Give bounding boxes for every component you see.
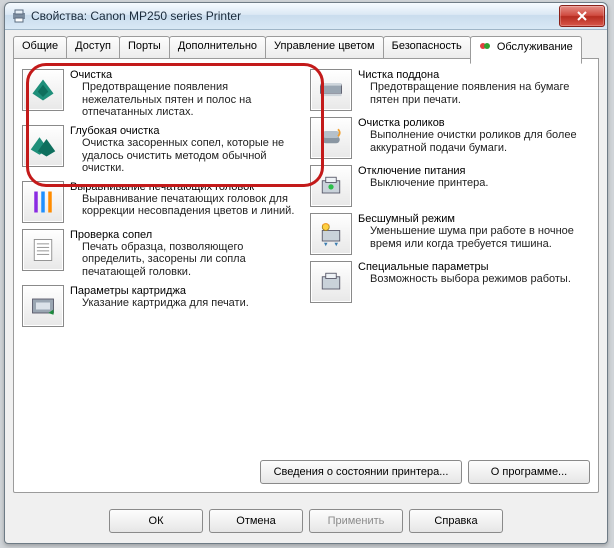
- item-desc: Печать образца, позволяющего определить,…: [82, 241, 302, 279]
- quiet-icon: [317, 220, 345, 248]
- power-icon: [317, 172, 345, 200]
- item-desc: Предотвращение появления нежелательных п…: [82, 81, 302, 119]
- close-icon: [577, 11, 587, 21]
- tab-label: Дополнительно: [178, 40, 257, 52]
- maintenance-icon: [479, 40, 491, 52]
- window-title: Свойства: Canon MP250 series Printer: [31, 9, 559, 23]
- item-nozzle-check: Проверка сопелПечать образца, позволяюще…: [22, 229, 302, 279]
- item-cartridge: Параметры картриджаУказание картриджа дл…: [22, 285, 302, 327]
- item-desc: Выключение принтера.: [370, 177, 590, 190]
- button-label: Отмена: [236, 515, 275, 527]
- special-params-button[interactable]: [310, 261, 352, 303]
- tab-maintenance[interactable]: Обслуживание: [470, 36, 582, 64]
- cleaning-button[interactable]: [22, 69, 64, 111]
- button-label: Применить: [328, 515, 385, 527]
- button-label: Сведения о состоянии принтера...: [274, 466, 449, 478]
- item-plate-clean: Чистка поддонаПредотвращение появления н…: [310, 69, 590, 111]
- close-button[interactable]: [559, 5, 605, 27]
- button-label: О программе...: [491, 466, 567, 478]
- plate-clean-button[interactable]: [310, 69, 352, 111]
- item-title: Глубокая очистка: [70, 125, 302, 137]
- item-desc: Указание картриджа для печати.: [82, 297, 302, 310]
- item-desc: Предотвращение появления на бумаге пятен…: [370, 81, 590, 106]
- maintenance-panel: ОчисткаПредотвращение появления нежелате…: [13, 58, 599, 493]
- item-title: Специальные параметры: [358, 261, 590, 273]
- item-title: Выравнивание печатающих головок: [70, 181, 302, 193]
- tab-label: Доступ: [75, 40, 111, 52]
- tab-strip: Общие Доступ Порты Дополнительно Управле…: [13, 36, 599, 58]
- tab-ports[interactable]: Порты: [119, 36, 170, 58]
- cleaning-icon: [29, 76, 57, 104]
- tab-label: Обслуживание: [497, 41, 573, 53]
- deep-cleaning-icon: [29, 132, 57, 160]
- item-title: Проверка сопел: [70, 229, 302, 241]
- deep-cleaning-button[interactable]: [22, 125, 64, 167]
- tab-label: Общие: [22, 40, 58, 52]
- item-deep-cleaning: Глубокая очисткаОчистка засоренных сопел…: [22, 125, 302, 175]
- item-cleaning: ОчисткаПредотвращение появления нежелате…: [22, 69, 302, 119]
- item-power-off: Отключение питанияВыключение принтера.: [310, 165, 590, 207]
- item-desc: Уменьшение шума при работе в ночное врем…: [370, 225, 590, 250]
- tab-security[interactable]: Безопасность: [383, 36, 471, 58]
- about-button[interactable]: О программе...: [468, 460, 590, 484]
- titlebar[interactable]: Свойства: Canon MP250 series Printer: [5, 3, 607, 30]
- right-column: Чистка поддонаПредотвращение появления н…: [310, 69, 590, 454]
- tab-general[interactable]: Общие: [13, 36, 67, 58]
- roller-clean-button[interactable]: [310, 117, 352, 159]
- item-roller-clean: Очистка роликовВыполнение очистки ролико…: [310, 117, 590, 159]
- power-off-button[interactable]: [310, 165, 352, 207]
- params-icon: [317, 268, 345, 296]
- tab-label: Порты: [128, 40, 161, 52]
- item-special-params: Специальные параметрыВозможность выбора …: [310, 261, 590, 303]
- cartridge-icon: [29, 292, 57, 320]
- apply-button[interactable]: Применить: [309, 509, 403, 533]
- left-column: ОчисткаПредотвращение появления нежелате…: [22, 69, 302, 454]
- button-label: ОК: [149, 515, 164, 527]
- item-title: Очистка роликов: [358, 117, 590, 129]
- cancel-button[interactable]: Отмена: [209, 509, 303, 533]
- alignment-icon: [29, 188, 57, 216]
- plate-icon: [317, 76, 345, 104]
- roller-icon: [317, 124, 345, 152]
- item-desc: Выравнивание печатающих головок для корр…: [82, 193, 302, 218]
- item-head-align: Выравнивание печатающих головокВыравнива…: [22, 181, 302, 223]
- help-button[interactable]: Справка: [409, 509, 503, 533]
- item-desc: Выполнение очистки роликов для более акк…: [370, 129, 590, 154]
- printer-status-button[interactable]: Сведения о состоянии принтера...: [260, 460, 462, 484]
- item-title: Чистка поддона: [358, 69, 590, 81]
- item-quiet-mode: Бесшумный режимУменьшение шума при работ…: [310, 213, 590, 255]
- nozzle-icon: [29, 236, 57, 264]
- tab-label: Безопасность: [392, 40, 462, 52]
- properties-window: Свойства: Canon MP250 series Printer Общ…: [4, 2, 608, 544]
- printer-icon: [11, 8, 27, 24]
- item-title: Очистка: [70, 69, 302, 81]
- panel-buttons: Сведения о состоянии принтера... О прогр…: [22, 460, 590, 484]
- button-label: Справка: [434, 515, 477, 527]
- item-title: Параметры картриджа: [70, 285, 302, 297]
- nozzle-check-button[interactable]: [22, 229, 64, 271]
- item-title: Отключение питания: [358, 165, 590, 177]
- dialog-footer: ОК Отмена Применить Справка: [5, 501, 607, 543]
- quiet-mode-button[interactable]: [310, 213, 352, 255]
- item-desc: Возможность выбора режимов работы.: [370, 273, 590, 286]
- tab-advanced[interactable]: Дополнительно: [169, 36, 266, 58]
- tab-sharing[interactable]: Доступ: [66, 36, 120, 58]
- head-align-button[interactable]: [22, 181, 64, 223]
- item-title: Бесшумный режим: [358, 213, 590, 225]
- ok-button[interactable]: ОК: [109, 509, 203, 533]
- tab-label: Управление цветом: [274, 40, 375, 52]
- item-desc: Очистка засоренных сопел, которые не уда…: [82, 137, 302, 175]
- cartridge-button[interactable]: [22, 285, 64, 327]
- tab-color[interactable]: Управление цветом: [265, 36, 384, 58]
